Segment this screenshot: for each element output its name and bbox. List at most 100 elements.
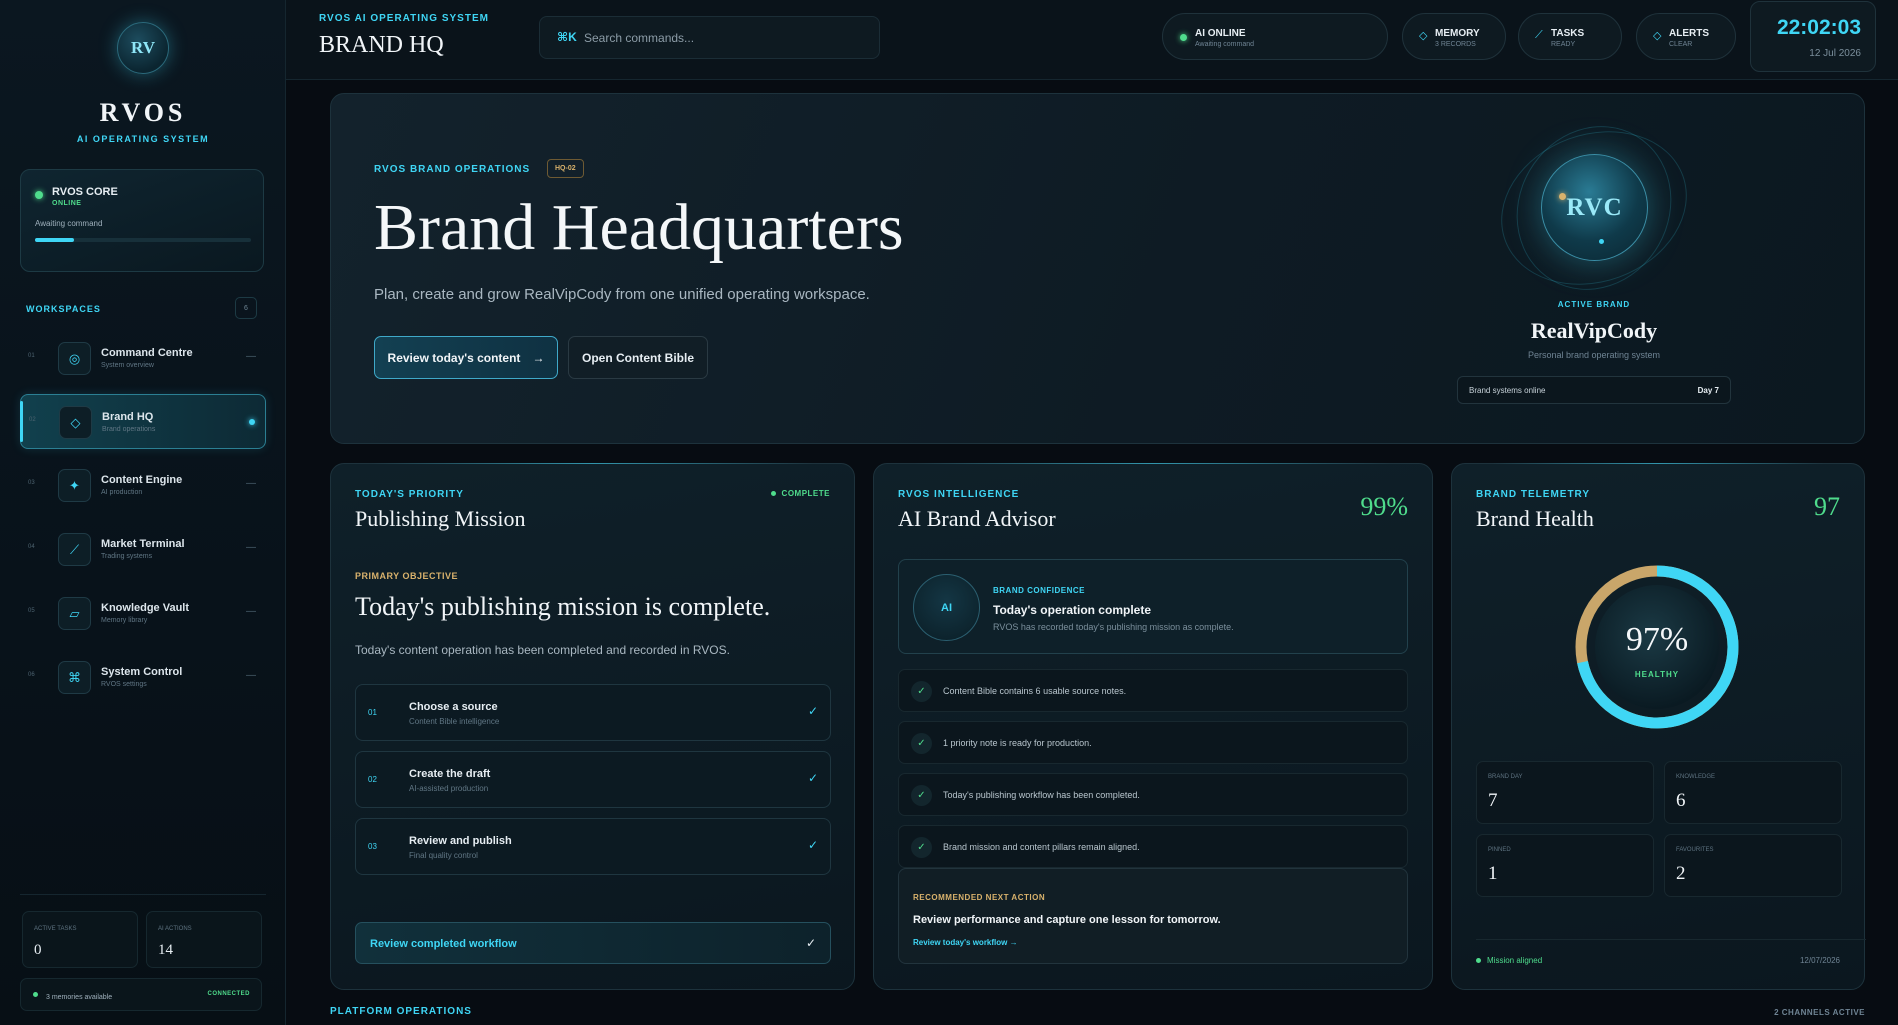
pill-title: ALERTS [1669, 28, 1709, 39]
recommendation-label: RECOMMENDED NEXT ACTION [913, 893, 1046, 902]
pill-subtitle: Awaiting command [1195, 41, 1255, 48]
advisor-card: RVOS INTELLIGENCE AI Brand Advisor 99% A… [873, 463, 1433, 990]
nav-number: 01 [28, 353, 35, 359]
nav-subtitle: System overview [101, 362, 154, 369]
check-icon: ✓ [911, 837, 932, 858]
nav-subtitle: AI production [101, 489, 143, 496]
status-dot [1180, 34, 1187, 41]
metric-brand-day: BRAND DAY 7 [1476, 761, 1654, 824]
confidence-box: AI BRAND CONFIDENCE Today's operation co… [898, 559, 1408, 654]
orb-spark [1599, 239, 1604, 244]
confidence-label: BRAND CONFIDENCE [993, 586, 1085, 595]
confidence-sub: RVOS has recorded today's publishing mis… [993, 622, 1234, 632]
step-sub: Final quality control [409, 851, 478, 860]
nav-dash: — [246, 351, 256, 362]
pill-memory[interactable]: ◇ MEMORY 3 RECORDS [1402, 13, 1506, 60]
sidebar-item-brand-hq[interactable]: 02 ◇ Brand HQ Brand operations [20, 394, 266, 449]
nav-subtitle: Brand operations [102, 426, 156, 433]
gauge-value: 97% [1625, 621, 1689, 658]
step-sub: AI-assisted production [409, 784, 489, 793]
pill-subtitle: CLEAR [1669, 41, 1693, 48]
command-icon: ⌘ [58, 661, 91, 694]
step-title: Create the draft [409, 768, 491, 780]
nav-dash: — [246, 670, 256, 681]
page-title: BRAND HQ [319, 32, 444, 58]
stat-label: AI ACTIONS [158, 926, 192, 932]
clock-time: 22:02:03 [1776, 16, 1861, 39]
objective-desc: Today's content operation has been compl… [355, 643, 730, 657]
core-status-card: RVOS CORE ONLINE Awaiting command [20, 169, 264, 272]
review-content-button[interactable]: Review today's content → [374, 336, 558, 379]
top-bar: RVOS AI OPERATING SYSTEM BRAND HQ ⌘K AI … [286, 0, 1898, 80]
objective-title: Today's publishing mission is complete. [355, 592, 771, 621]
step-number: 01 [368, 708, 377, 717]
sparkle-icon: ✦ [58, 469, 91, 502]
nav-number: 03 [28, 480, 35, 486]
search-input[interactable] [584, 28, 864, 48]
open-content-bible-button[interactable]: Open Content Bible [568, 336, 708, 379]
clock-widget: 22:02:03 12 Jul 2026 [1750, 1, 1876, 72]
step-item[interactable]: 03 Review and publish Final quality cont… [355, 818, 831, 875]
card-kicker: RVOS INTELLIGENCE [898, 489, 1020, 500]
nav-number: 05 [28, 608, 35, 614]
metric-favourites: FAVOURITES 2 [1664, 834, 1842, 897]
memory-status-row[interactable]: 3 memories available CONNECTED [20, 978, 262, 1011]
pill-subtitle: READY [1551, 41, 1576, 48]
metric-label: BRAND DAY [1488, 774, 1523, 780]
platform-operations-label: PLATFORM OPERATIONS [330, 1006, 472, 1017]
recommendation-title: Review performance and capture one lesso… [913, 914, 1221, 926]
pill-alerts[interactable]: ◇ ALERTS CLEAR [1636, 13, 1736, 60]
core-status: ONLINE [52, 200, 82, 207]
metric-value: 2 [1676, 863, 1686, 884]
stat-active-tasks: ACTIVE TASKS 0 [22, 911, 138, 968]
mission-status: Mission aligned [1476, 956, 1542, 965]
nav-title: Knowledge Vault [101, 602, 190, 614]
insight-text: Today's publishing workflow has been com… [943, 790, 1140, 800]
brand-day: Day 7 [1697, 386, 1719, 395]
pill-ai-online[interactable]: AI ONLINE Awaiting command [1162, 13, 1388, 60]
sidebar-item-market-terminal[interactable]: 04 ⟋ Market Terminal Trading systems — [20, 522, 266, 577]
nav-number: 04 [28, 544, 35, 550]
nav-title: Command Centre [101, 347, 193, 359]
check-icon: ✓ [911, 681, 932, 702]
insight-item: ✓ Brand mission and content pillars rema… [898, 825, 1408, 868]
sidebar-item-knowledge-vault[interactable]: 05 ▱ Knowledge Vault Memory library — [20, 586, 266, 641]
hero-panel: RVOS BRAND OPERATIONS HQ-02 Brand Headqu… [330, 93, 1865, 444]
stat-label: ACTIVE TASKS [34, 926, 77, 932]
step-number: 02 [368, 775, 377, 784]
nav-subtitle: RVOS settings [101, 681, 147, 688]
button-label: Review completed workflow [370, 938, 517, 950]
card-title: AI Brand Advisor [898, 506, 1056, 531]
orb-spark [1559, 193, 1566, 200]
diamond-icon: ◇ [1653, 30, 1662, 42]
workspaces-label: WORKSPACES [26, 304, 101, 314]
nav-number: 06 [28, 672, 35, 678]
sidebar-item-system-control[interactable]: 06 ⌘ System Control RVOS settings — [20, 650, 266, 705]
review-workflow-button[interactable]: Review completed workflow ✓ [355, 922, 831, 964]
brand-status-bar: Brand systems online Day 7 [1457, 376, 1731, 404]
sidebar-divider [20, 894, 266, 895]
sidebar-item-command-centre[interactable]: 01 ◎ Command Centre System overview — [20, 331, 266, 386]
review-workflow-link[interactable]: Review today's workflow → [913, 938, 1018, 947]
step-item[interactable]: 01 Choose a source Content Bible intelli… [355, 684, 831, 741]
command-icon: ⌘K [557, 30, 577, 44]
core-title: RVOS CORE [52, 186, 118, 198]
objective-label: PRIMARY OBJECTIVE [355, 571, 459, 581]
card-title: Publishing Mission [355, 506, 526, 531]
step-title: Review and publish [409, 835, 512, 847]
brand-status-text: Brand systems online [1469, 386, 1546, 395]
active-brand-label: ACTIVE BRAND [1557, 300, 1631, 309]
logo-orb[interactable]: RV [117, 22, 169, 74]
insight-item: ✓ Today's publishing workflow has been c… [898, 773, 1408, 816]
gauge-label: HEALTHY [1634, 670, 1680, 679]
search-box[interactable]: ⌘K [539, 16, 880, 59]
active-brand-sub: Personal brand operating system [1527, 350, 1661, 360]
nav-title: Brand HQ [102, 411, 154, 423]
nav-title: Market Terminal [101, 538, 185, 550]
health-date: 12/07/2026 [1799, 956, 1840, 965]
step-item[interactable]: 02 Create the draft AI-assisted producti… [355, 751, 831, 808]
sidebar-item-content-engine[interactable]: 03 ✦ Content Engine AI production — [20, 458, 266, 513]
pill-tasks[interactable]: ⟋ TASKS READY [1518, 13, 1622, 60]
folder-icon: ▱ [58, 597, 91, 630]
check-icon: ✓ [805, 936, 816, 950]
